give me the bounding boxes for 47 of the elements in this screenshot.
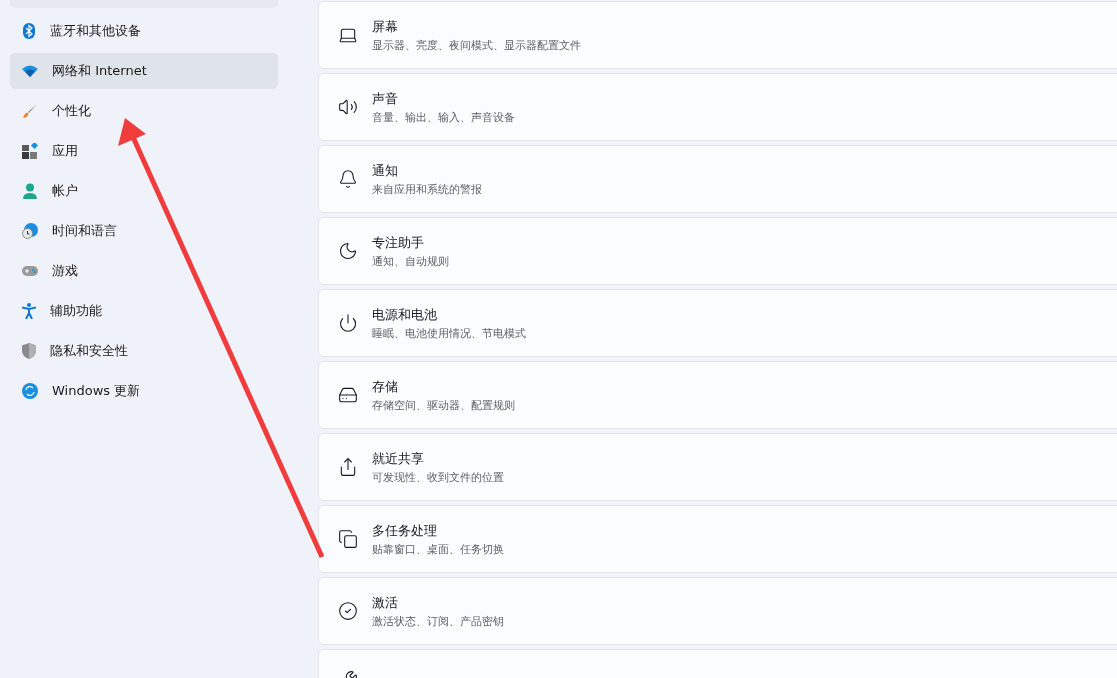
card-title: 电源和电池 — [372, 305, 438, 324]
sidebar-item[interactable]: 网络和 Internet — [10, 53, 278, 89]
sidebar-label: 时间和语言 — [52, 222, 117, 240]
sidebar-label: Windows 更新 — [52, 382, 141, 400]
sidebar-item[interactable]: 时间和语言 — [10, 213, 278, 249]
card-subtitle: 存储空间、驱动器、配置规则 — [372, 397, 515, 413]
card-subtitle: 音量、输出、输入、声音设备 — [372, 109, 515, 125]
sidebar-item[interactable]: 蓝牙和其他设备 — [10, 13, 278, 49]
sidebar-label: 游戏 — [52, 262, 78, 280]
sidebar-label: 应用 — [52, 142, 78, 160]
card-title: 激活 — [372, 593, 399, 612]
card-subtitle: 睡眠、电池使用情况、节电模式 — [372, 325, 526, 341]
card-title: 专注助手 — [372, 233, 425, 252]
sidebar-label: 网络和 Internet — [52, 62, 147, 80]
card-title: 存储 — [372, 377, 399, 396]
card-subtitle: 贴靠窗口、桌面、任务切换 — [372, 541, 504, 557]
card-subtitle: 显示器、亮度、夜间模式、显示器配置文件 — [372, 37, 581, 53]
card-subtitle: 通知、自动规则 — [372, 253, 449, 269]
card-title: 屏幕 — [372, 17, 399, 36]
sidebar-label: 辅助功能 — [50, 302, 102, 320]
settings-card[interactable]: 专注助手 通知、自动规则 — [318, 217, 1117, 285]
settings-card[interactable]: 声音 音量、输出、输入、声音设备 — [318, 73, 1117, 141]
sidebar-label: 隐私和安全性 — [50, 342, 128, 360]
card-title: 通知 — [372, 161, 399, 180]
sidebar-item[interactable]: 游戏 — [10, 253, 278, 289]
settings-card[interactable]: 存储 存储空间、驱动器、配置规则 — [318, 361, 1117, 429]
settings-card[interactable]: 激活 激活状态、订阅、产品密钥 — [318, 577, 1117, 645]
settings-card[interactable]: 多任务处理 贴靠窗口、桌面、任务切换 — [318, 505, 1117, 573]
card-title: 声音 — [372, 89, 399, 108]
settings-card[interactable]: 通知 来自应用和系统的警报 — [318, 145, 1117, 213]
sidebar-item[interactable]: 应用 — [10, 133, 278, 169]
sidebar-item[interactable]: 隐私和安全性 — [10, 333, 278, 369]
sidebar-label: 蓝牙和其他设备 — [50, 22, 141, 40]
card-subtitle: 激活状态、订阅、产品密钥 — [372, 613, 504, 629]
card-subtitle: 来自应用和系统的警报 — [372, 181, 482, 197]
sidebar-label: 个性化 — [52, 102, 91, 120]
settings-card[interactable]: 电源和电池 睡眠、电池使用情况、节电模式 — [318, 289, 1117, 357]
card-subtitle: 可发现性、收到文件的位置 — [372, 469, 504, 485]
sidebar-label: 帐户 — [52, 182, 78, 200]
card-title: 多任务处理 — [372, 521, 438, 540]
sidebar-item[interactable]: Windows 更新 — [10, 373, 278, 409]
sidebar-item[interactable]: 个性化 — [10, 93, 278, 129]
card-title: 就近共享 — [372, 449, 425, 468]
sidebar-item[interactable]: 帐户 — [10, 173, 278, 209]
sidebar-item[interactable]: 辅助功能 — [10, 293, 278, 329]
settings-card[interactable]: 就近共享 可发现性、收到文件的位置 — [318, 433, 1117, 501]
settings-card[interactable]: 屏幕 显示器、亮度、夜间模式、显示器配置文件 — [318, 1, 1117, 69]
